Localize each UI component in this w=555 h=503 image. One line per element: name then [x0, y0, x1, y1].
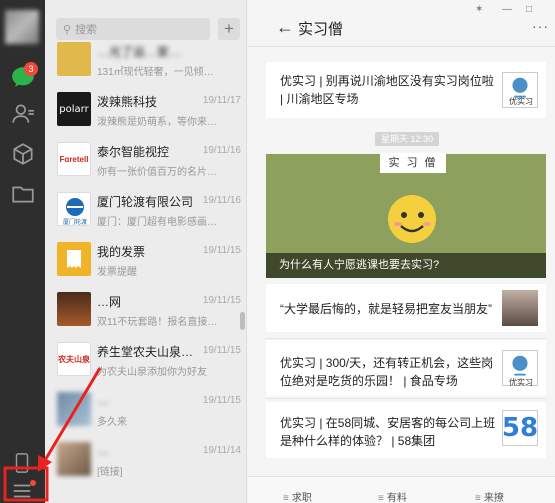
chat-snippet: 双11不玩套路！报名直接…: [97, 317, 218, 328]
chat-list-item[interactable]: …网 19/11/15 双11不玩套路！报名直接…: [45, 284, 247, 338]
avatar[interactable]: [5, 10, 39, 44]
menu-item-jobs[interactable]: 求职: [283, 489, 312, 503]
menu-item-chat[interactable]: 来撩: [475, 489, 504, 503]
chat-name: 泰尔智能视控: [97, 145, 170, 159]
chat-snippet: 厦门：厦门超有电影感画…: [97, 217, 217, 228]
polarr-logo-icon: polarr: [57, 92, 91, 126]
chat-list-item[interactable]: 农夫山泉 养生堂农夫山泉… 19/11/15 为农夫山泉添加你为好友: [45, 334, 247, 388]
chat-name: …网: [97, 295, 122, 309]
phone-icon[interactable]: [11, 452, 33, 473]
chat-thumbnail: [57, 442, 91, 476]
article-card[interactable]: 优实习 | 在58同城、安居客的每公司上班是种什么样的体验？ | 58集团 58: [266, 402, 546, 458]
chat-snippet: 你有一张价值百万的名片…: [97, 167, 217, 178]
chat-date: 19/11/15: [202, 395, 241, 406]
chat-name: 我的发票: [97, 245, 146, 259]
tailer-logo-icon: Fɑretell: [57, 142, 91, 176]
header-divider: [248, 46, 555, 47]
pin-icon[interactable]: ✶: [475, 4, 483, 15]
violin-thumbnail: [57, 292, 91, 326]
divider: [266, 398, 546, 399]
chat-name: …: [97, 443, 109, 457]
chat-snippet: [链接]: [97, 467, 123, 478]
chat-list-item[interactable]: … 19/11/14 [链接]: [45, 434, 247, 488]
invoice-icon: [57, 242, 91, 276]
chat-list-item[interactable]: 我的发票 19/11/15 发票提醒: [45, 234, 247, 288]
message-timestamp: 星期天 12:30: [375, 132, 440, 146]
article-title: 优实习 | 在58同城、安居客的每公司上班是种什么样的体验？ | 58集团: [280, 416, 496, 448]
article-card[interactable]: “大学最后悔的，就是轻易把室友当朋友”: [266, 284, 546, 332]
chat-snippet: 多久来: [97, 417, 127, 428]
chat-snippet: 131㎡现代轻奢，一见倾…: [97, 67, 214, 78]
chat-date: 19/11/17: [202, 95, 241, 106]
page-title: 实习僧: [298, 21, 344, 38]
chat-snippet: 为农夫山泉添加你为好友: [97, 367, 207, 378]
chat-date: 19/11/15: [202, 245, 241, 256]
notification-dot: [30, 480, 36, 486]
article-card[interactable]: 优实习 | 别再说川渝地区没有实习岗位啦 | 川渝地区专场: [266, 62, 546, 118]
chat-date: 19/11/14: [202, 445, 241, 456]
chat-snippet: 泼辣熊是奶萌系，等你来…: [97, 117, 217, 128]
maximize-icon[interactable]: □: [526, 4, 532, 15]
chat-list-item[interactable]: Fɑretell 泰尔智能视控 19/11/16 你有一张价值百万的名片…: [45, 134, 247, 188]
chat-date: 19/11/16: [202, 145, 241, 156]
chat-thumbnail: [57, 392, 91, 426]
chat-list-item[interactable]: 厦门轮渡 厦门轮渡有限公司 19/11/16 厦门：厦门超有电影感画…: [45, 184, 247, 238]
chat-name: 养生堂农夫山泉…: [97, 345, 192, 359]
minimize-icon[interactable]: —: [502, 4, 512, 15]
scrollbar[interactable]: [240, 312, 245, 330]
article-image-label: 58: [502, 410, 538, 446]
nongfu-logo-icon: 农夫山泉: [57, 342, 91, 376]
chat-thumbnail: [57, 42, 91, 76]
chat-date: 19/11/15: [202, 295, 241, 306]
chat-date: 19/11/15: [202, 345, 241, 356]
favorites-icon[interactable]: [10, 141, 36, 167]
article-title: 优实习 | 300/天，还有转正机会，这些岗位绝对是吃货的乐园！ | 食品专场: [280, 356, 494, 388]
chat-date: 19/11/16: [202, 195, 241, 206]
chat-snippet: 发票提醒: [97, 267, 137, 278]
divider: [266, 338, 546, 339]
more-icon[interactable]: ···: [532, 18, 549, 34]
svg-text:厦门轮渡: 厦门轮渡: [63, 218, 87, 226]
back-arrow-icon[interactable]: ←: [276, 17, 294, 38]
article-image-label: 优实习: [509, 378, 533, 387]
chat-name: …: [97, 393, 109, 407]
cover-title: 为什么有人宁愿逃课也要去实习?: [266, 253, 546, 278]
chat-name: 厦门轮渡有限公司: [97, 195, 192, 209]
article-title: “大学最后悔的，就是轻易把室友当朋友”: [280, 302, 492, 316]
unread-badge: 3: [24, 62, 38, 76]
article-image-label: 优实习: [509, 97, 533, 106]
files-icon[interactable]: [10, 181, 36, 207]
chat-list-item[interactable]: polarr 泼辣熊科技 19/11/17 泼辣熊是奶萌系，等你来…: [45, 84, 247, 138]
article-image: [502, 290, 538, 326]
article-title: 优实习 | 别再说川渝地区没有实习岗位啦 | 川渝地区专场: [280, 74, 494, 106]
article-card[interactable]: 优实习 | 300/天，还有转正机会，这些岗位绝对是吃货的乐园！ | 食品专场: [266, 340, 546, 396]
contacts-icon[interactable]: [10, 101, 36, 127]
menu-item-content[interactable]: 有料: [378, 489, 407, 503]
chat-list-item[interactable]: … 19/11/15 多久来: [45, 384, 247, 438]
chat-name: …光了运…家…: [97, 45, 182, 59]
chat-list-item[interactable]: …光了运…家… 131㎡现代轻奢，一见倾…: [45, 34, 247, 88]
ferry-logo-icon: 厦门轮渡: [57, 192, 91, 226]
cover-label: 实 习 僧: [380, 153, 446, 173]
chat-name: 泼辣熊科技: [97, 95, 158, 109]
